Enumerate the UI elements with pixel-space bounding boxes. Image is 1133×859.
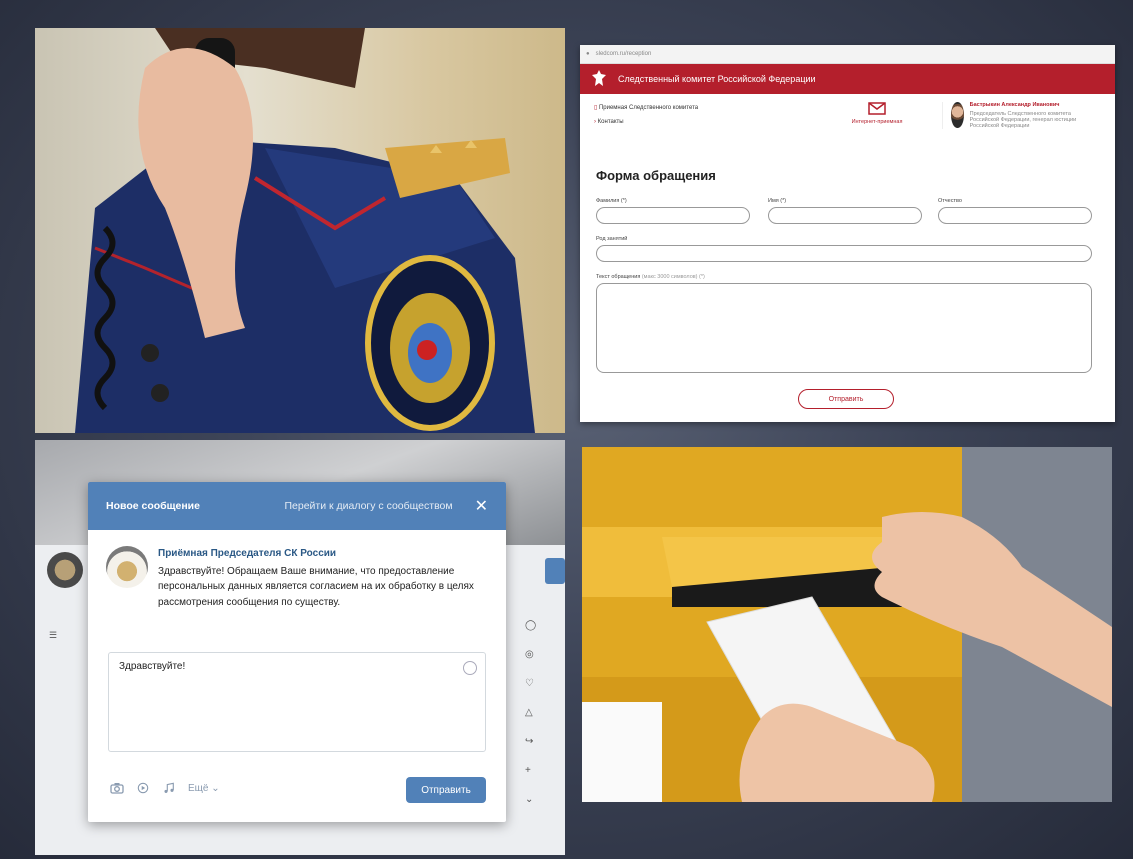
chairman-portrait: [951, 102, 964, 128]
patronymic-input[interactable]: [938, 207, 1092, 224]
dialog-title: Новое сообщение: [106, 500, 200, 512]
like-icon: ♡: [525, 678, 534, 689]
chairman-name: Бастрыкин Александр Иванович: [969, 102, 1060, 108]
new-message-dialog: Новое сообщение Перейти к диалогу с сооб…: [88, 482, 506, 822]
chevron-down-icon: ⌄: [525, 794, 534, 805]
emblem-icon: [592, 70, 606, 86]
send-message-button[interactable]: Отправить: [406, 777, 486, 803]
add-user-icon: +: [525, 765, 531, 776]
chairman-post: Председатель Следственного комитета Росс…: [969, 111, 1077, 129]
mailbox-illustration: [582, 447, 1112, 802]
patronymic-label: Отчество: [938, 198, 962, 204]
vk-page-avatar: [47, 552, 83, 588]
doc-icon: ☰: [49, 630, 58, 640]
vk-dialog-screenshot: ◯ ◎ ♡ △ ↪ + ⌄ ☰ Новое сообщение Перейти …: [35, 440, 565, 855]
nav-reception[interactable]: ▯ Приемная Следственного комитета: [594, 104, 832, 111]
browser-url: sledcom.ru/reception: [595, 51, 652, 57]
share-icon: ↪: [525, 736, 534, 747]
camera-icon[interactable]: [110, 782, 124, 794]
vk-page-button: [545, 558, 565, 584]
nav-contacts[interactable]: › Контакты: [594, 119, 832, 125]
vk-page-text: ☰: [49, 630, 57, 641]
internet-reception-link[interactable]: Интернет-приемная: [832, 102, 922, 125]
occupation-label: Род занятий: [596, 236, 628, 242]
officer-photo: [35, 28, 565, 433]
site-header: Следственный комитет Российской Федераци…: [580, 64, 1115, 94]
lock-icon: ●: [586, 51, 590, 57]
message-item: Приёмная Председателя СК России Здравств…: [88, 530, 506, 610]
community-avatar[interactable]: [106, 546, 148, 588]
reception-form-screenshot: ● sledcom.ru/reception Следственный коми…: [580, 45, 1115, 422]
site-title: Следственный комитет Российской Федераци…: [618, 74, 816, 84]
officer-illustration: [75, 28, 535, 433]
emoji-icon[interactable]: [463, 661, 477, 675]
text-label-hint: (макс 3000 символов) (*): [641, 274, 705, 280]
bell-icon: △: [525, 707, 533, 718]
vk-page-sidebar: ◯ ◎ ♡ △ ↪ + ⌄: [515, 620, 565, 850]
form-title: Форма обращения: [596, 168, 716, 183]
text-label: Текст обращения (макс 3000 символов) (*): [596, 274, 705, 280]
browser-address-bar[interactable]: ● sledcom.ru/reception: [580, 45, 1115, 64]
surname-input[interactable]: [596, 207, 750, 224]
video-icon[interactable]: [136, 782, 150, 794]
dialog-header: Новое сообщение Перейти к диалогу с сооб…: [88, 482, 506, 530]
compose-text: Здравствуйте!: [119, 661, 186, 672]
settings-icon: ◎: [525, 649, 534, 660]
surname-label: Фамилия (*): [596, 198, 627, 204]
music-icon[interactable]: [162, 782, 176, 794]
chevron-down-icon: ⌄: [211, 782, 220, 794]
occupation-input[interactable]: [596, 245, 1092, 262]
envelope-icon: [868, 102, 886, 115]
more-attach-button[interactable]: Ещё ⌄: [188, 783, 220, 794]
attach-toolbar: Ещё ⌄: [110, 782, 220, 794]
name-label: Имя (*): [768, 198, 787, 204]
sub-header: ▯ Приемная Следственного комитета › Конт…: [580, 94, 1115, 154]
message-text: Здравствуйте! Обращаем Ваше внимание, чт…: [158, 565, 474, 608]
close-icon[interactable]: ✕: [475, 496, 488, 516]
chairman-card: Бастрыкин Александр Иванович Председател…: [942, 102, 1101, 129]
message-textarea[interactable]: [596, 283, 1092, 373]
mailbox-photo: [582, 447, 1112, 802]
goto-dialog-link[interactable]: Перейти к диалогу с сообществом: [284, 500, 452, 512]
chat-icon: ◯: [525, 620, 537, 631]
name-input[interactable]: [768, 207, 922, 224]
message-author[interactable]: Приёмная Председателя СК России: [158, 546, 488, 562]
submit-button[interactable]: Отправить: [798, 389, 894, 409]
message-compose-input[interactable]: Здравствуйте!: [108, 652, 486, 752]
